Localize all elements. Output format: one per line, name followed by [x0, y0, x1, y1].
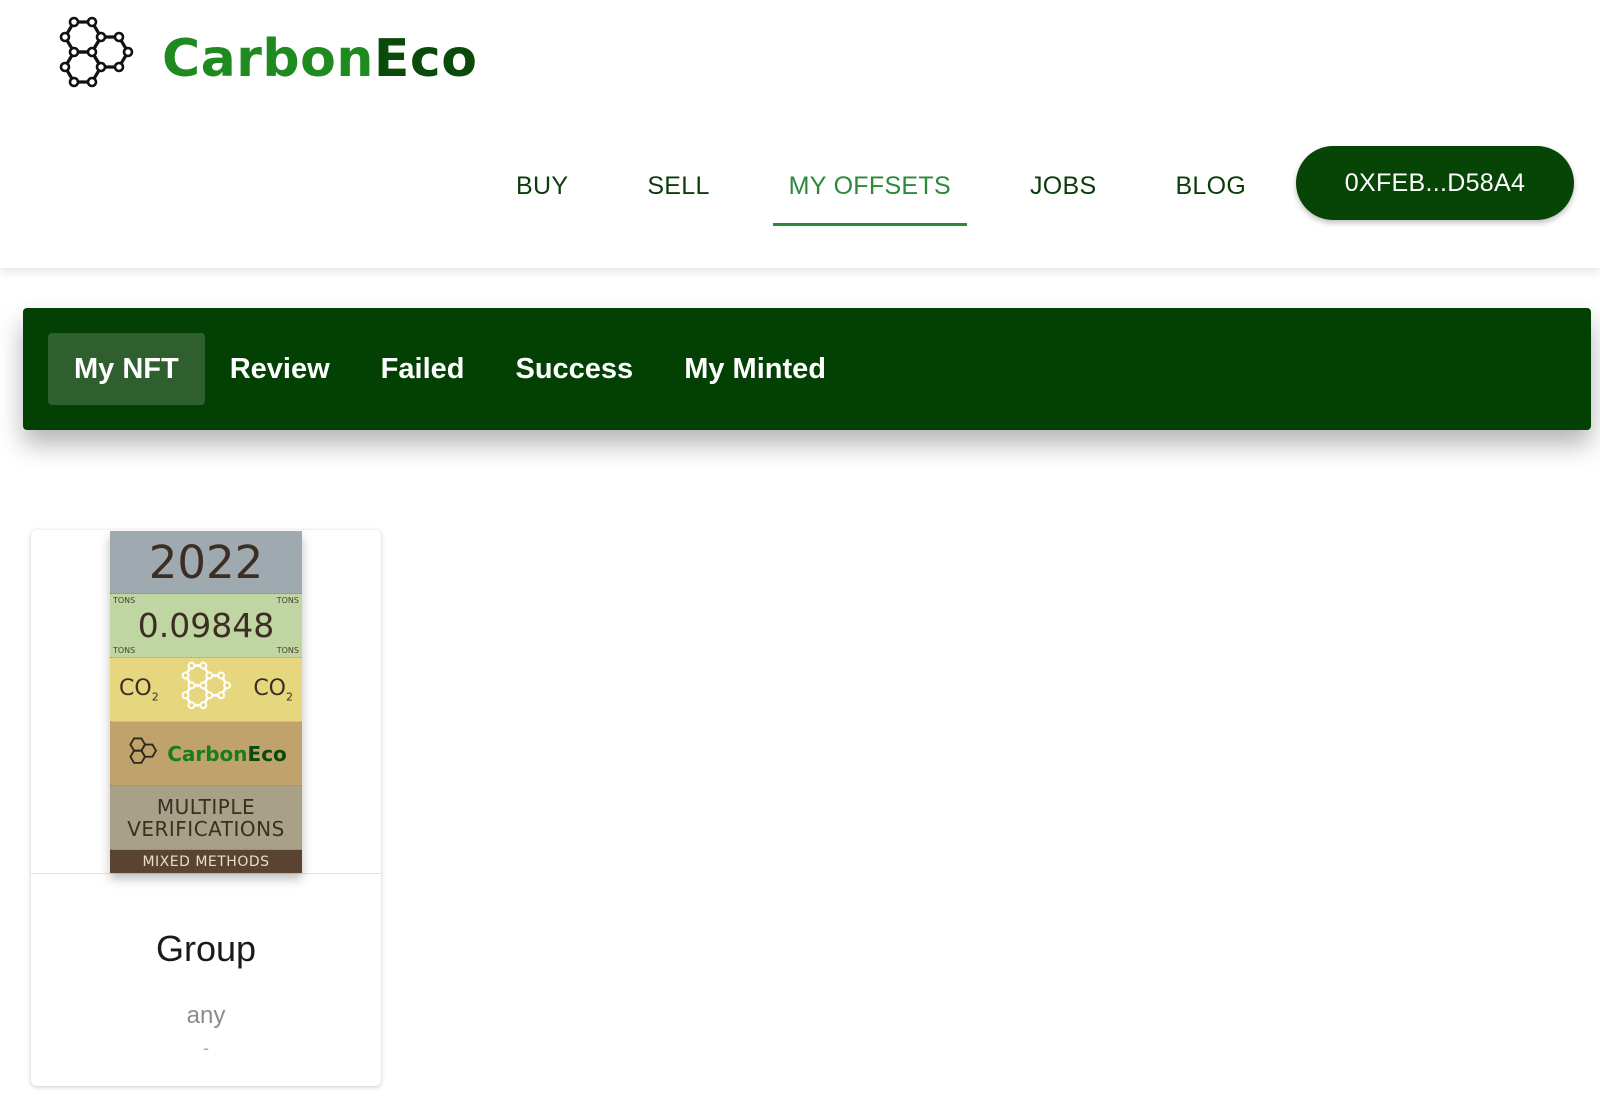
nft-card-subtitle: any	[186, 1002, 226, 1029]
tab-review[interactable]: Review	[204, 333, 356, 405]
nft-amount: 0.09848	[137, 606, 275, 645]
offsets-tabs: My NFT Review Failed Success My Minted	[23, 308, 1591, 430]
nft-co2-band: CO2 CO2	[110, 658, 302, 722]
nft-co2-left: CO2	[119, 676, 159, 703]
nft-brand-part2: Eco	[247, 741, 287, 766]
hexagon-molecule-icon	[129, 737, 158, 764]
nft-amount-band: TONS TONS 0.09848 TONS TONS	[110, 594, 302, 658]
nft-card-detail: -	[203, 1038, 209, 1058]
nft-card-title: Group	[155, 928, 257, 969]
tab-success[interactable]: Success	[489, 333, 659, 405]
tab-my-minted[interactable]: My Minted	[658, 333, 852, 405]
tab-failed[interactable]: Failed	[355, 333, 491, 405]
brand-name: CarbonEco	[162, 29, 477, 89]
nft-method-band: MIXED METHODS	[110, 850, 302, 873]
nft-verification-band: MULTIPLE VERIFICATIONS	[110, 786, 302, 850]
nft-tons-label-br: TONS	[276, 646, 299, 655]
nft-year-band: 2022	[110, 531, 302, 594]
brand-name-part2: Eco	[373, 29, 478, 89]
nft-verification-line1: MULTIPLE	[156, 794, 256, 819]
nav-buy[interactable]: BUY	[500, 150, 584, 222]
co2-subscript: 2	[151, 690, 159, 704]
tab-my-nft[interactable]: My NFT	[48, 333, 205, 405]
co2-text: CO	[253, 675, 286, 701]
nav-my-offsets[interactable]: MY OFFSETS	[772, 150, 968, 226]
wallet-address-button[interactable]: 0XFEB...D58A4	[1296, 146, 1574, 220]
nft-brand-part1: Carbon	[167, 741, 248, 766]
co2-subscript: 2	[286, 690, 293, 704]
nft-co2-right: CO2	[253, 676, 293, 703]
nft-card[interactable]: 2022 TONS TONS 0.09848 TONS TONS CO2 CO2…	[31, 530, 381, 1086]
brand-logo[interactable]: CarbonEco	[52, 16, 477, 102]
nav-jobs[interactable]: JOBS	[1014, 150, 1113, 222]
nav-sell[interactable]: SELL	[631, 150, 725, 222]
nft-tons-label-tr: TONS	[276, 596, 299, 605]
nft-image: 2022 TONS TONS 0.09848 TONS TONS CO2 CO2…	[110, 531, 302, 873]
nft-card-media: 2022 TONS TONS 0.09848 TONS TONS CO2 CO2…	[31, 530, 381, 874]
nft-tons-label-bl: TONS	[113, 646, 136, 655]
hexagon-molecule-icon	[181, 661, 232, 709]
nft-brand-name: CarbonEco	[167, 742, 287, 766]
brand-name-part1: Carbon	[162, 29, 374, 89]
co2-text: CO	[119, 675, 152, 701]
nft-verification-line2: VERIFICATIONS	[127, 816, 285, 841]
nft-brand-band: CarbonEco	[110, 722, 302, 786]
nft-method: MIXED METHODS	[142, 853, 270, 870]
main-nav: BUY SELL MY OFFSETS JOBS BLOG	[500, 146, 1309, 226]
nft-tons-label-tl: TONS	[113, 596, 136, 605]
nft-year: 2022	[148, 535, 264, 589]
site-header: CarbonEco BUY SELL MY OFFSETS JOBS BLOG …	[0, 0, 1600, 268]
nav-blog[interactable]: BLOG	[1159, 150, 1262, 222]
hexagon-molecule-icon	[59, 16, 134, 88]
